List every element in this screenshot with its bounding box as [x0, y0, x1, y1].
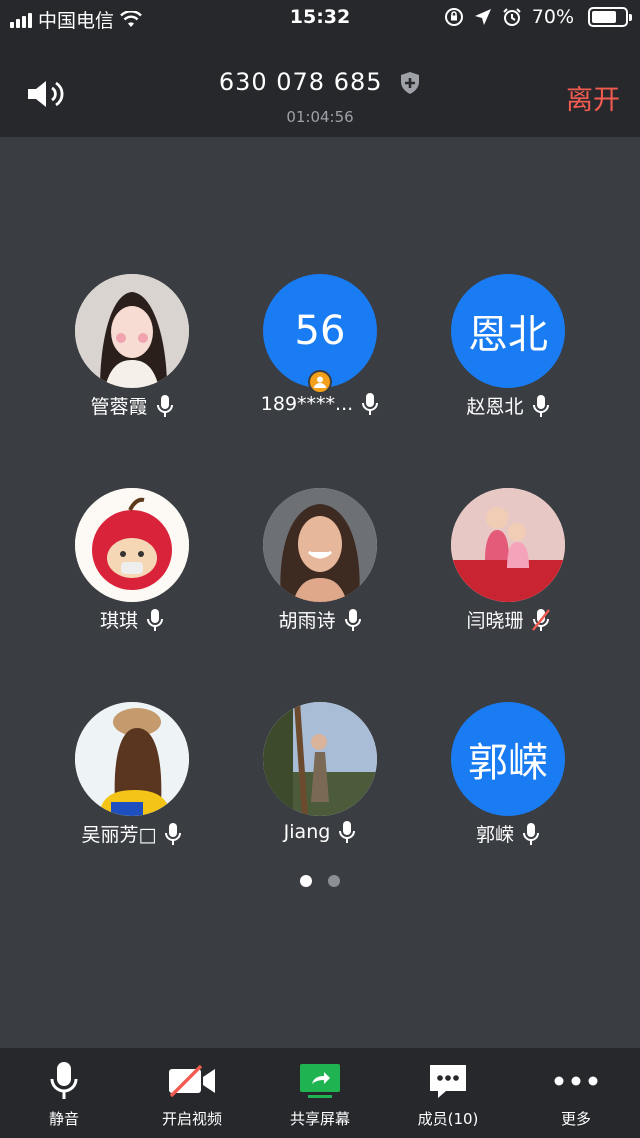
more-dots-icon — [554, 1076, 598, 1086]
meeting-id: 630 078 685 — [0, 68, 640, 96]
participant-name: 管蓉霞 — [90, 396, 148, 418]
start-video-label: 开启视频 — [161, 1110, 222, 1128]
microphone-icon — [156, 394, 173, 417]
chat-bubble-icon — [430, 1065, 466, 1098]
meeting-id-text: 630 078 685 — [218, 68, 383, 96]
page-dot[interactable] — [328, 875, 340, 887]
video-off-icon — [169, 1064, 215, 1098]
members-button[interactable]: 成员(10) — [384, 1048, 512, 1138]
avatar — [263, 702, 377, 816]
bottom-toolbar: 静音 开启视频 共享屏幕 成员(10) 更多 — [0, 1048, 640, 1138]
participant-tile[interactable]: 吴丽芳□ — [32, 702, 232, 852]
participant-tile[interactable]: 闫晓珊 — [408, 488, 608, 638]
participant-grid: 管蓉霞 56 189****... 恩北 赵恩北 琪琪 胡雨诗 闫晓珊 吴丽芳□… — [0, 137, 640, 1048]
top-region: 中国电信 15:32 70% 630 078 685 01:04:56 离开 — [0, 0, 640, 137]
share-screen-icon — [300, 1064, 340, 1098]
avatar — [263, 488, 377, 602]
microphone-icon — [523, 822, 539, 845]
shield-icon — [401, 72, 420, 94]
participant-name: 郭嵘 — [475, 824, 514, 846]
mute-button[interactable]: 静音 — [0, 1048, 128, 1138]
more-button[interactable]: 更多 — [512, 1048, 640, 1138]
microphone-icon — [50, 1062, 78, 1099]
battery-icon — [588, 7, 632, 27]
more-label: 更多 — [560, 1110, 591, 1128]
status-bar: 中国电信 15:32 70% — [0, 0, 640, 36]
participant-name: 胡雨诗 — [278, 610, 336, 632]
participant-name: 189****... — [260, 393, 354, 415]
participant-name: 闫晓珊 — [466, 610, 524, 632]
microphone-icon — [344, 608, 361, 631]
avatar: 郭嵘 — [451, 702, 565, 816]
microphone-icon — [147, 608, 163, 631]
avatar — [451, 488, 565, 602]
participant-name: 赵恩北 — [466, 396, 524, 418]
share-screen-label: 共享屏幕 — [289, 1110, 350, 1128]
leave-button[interactable]: 离开 — [566, 78, 620, 117]
participant-tile[interactable]: Jiang — [220, 702, 420, 852]
participant-tile[interactable]: 胡雨诗 — [220, 488, 420, 638]
share-screen-button[interactable]: 共享屏幕 — [256, 1048, 384, 1138]
participant-tile[interactable]: 郭嵘 郭嵘 — [408, 702, 608, 852]
participant-tile[interactable]: 琪琪 — [32, 488, 232, 638]
avatar — [75, 274, 189, 388]
participant-name: 琪琪 — [99, 610, 138, 632]
host-badge-icon — [308, 370, 332, 394]
start-video-button[interactable]: 开启视频 — [128, 1048, 256, 1138]
avatar — [75, 702, 189, 816]
battery-percent: 70% — [531, 6, 574, 28]
microphone-muted-icon — [531, 608, 550, 631]
alarm-icon — [503, 8, 521, 26]
participant-tile[interactable]: 56 189****... — [220, 274, 420, 424]
participant-name: 吴丽芳□ — [81, 824, 157, 846]
avatar: 恩北 — [451, 274, 565, 388]
microphone-icon — [532, 394, 549, 417]
microphone-icon — [339, 821, 356, 843]
microphone-icon — [362, 393, 379, 415]
members-label: 成员(10) — [417, 1110, 479, 1128]
microphone-icon — [165, 822, 182, 845]
page-indicator[interactable] — [0, 875, 640, 887]
rotation-lock-icon — [444, 8, 463, 26]
page-dot-active[interactable] — [300, 875, 312, 887]
meeting-header: 630 078 685 01:04:56 离开 — [0, 48, 640, 128]
participant-tile[interactable]: 管蓉霞 — [32, 274, 232, 424]
participant-tile[interactable]: 恩北 赵恩北 — [408, 274, 608, 424]
mute-label: 静音 — [48, 1110, 79, 1128]
meeting-duration: 01:04:56 — [286, 108, 354, 126]
avatar — [75, 488, 189, 602]
location-icon — [474, 9, 491, 25]
participant-name: Jiang — [283, 821, 331, 843]
